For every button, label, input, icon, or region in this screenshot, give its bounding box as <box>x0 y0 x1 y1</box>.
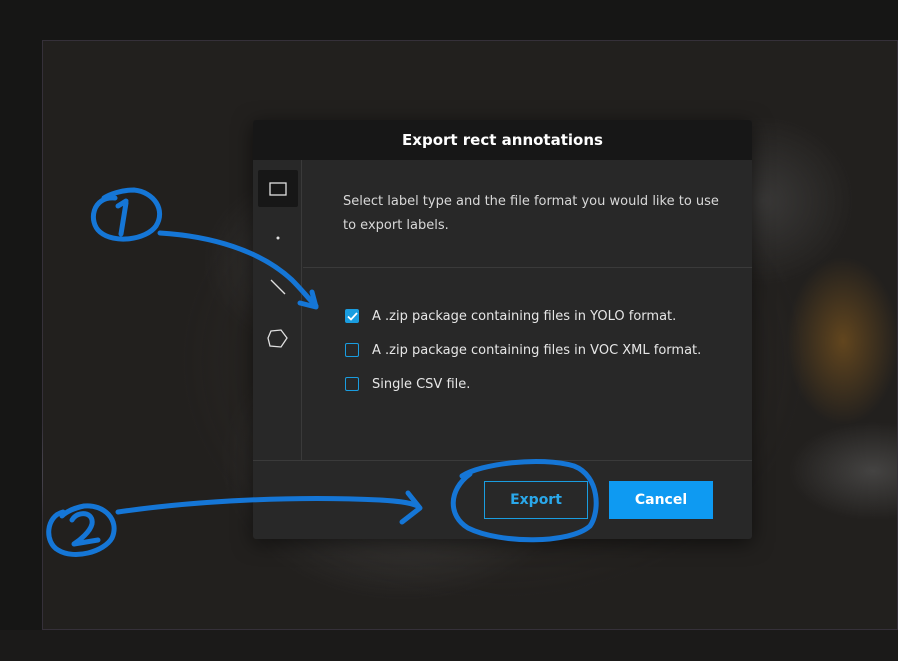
format-option-voc[interactable]: A .zip package containing files in VOC X… <box>345 340 701 360</box>
format-option-yolo[interactable]: A .zip package containing files in YOLO … <box>345 306 676 326</box>
line-icon <box>270 279 286 294</box>
dialog-body: Select label type and the file format yo… <box>303 160 752 460</box>
label-type-nav <box>253 160 302 460</box>
dialog-title: Export rect annotations <box>402 131 603 149</box>
checkbox-csv[interactable] <box>345 377 359 391</box>
option-label-voc: A .zip package containing files in VOC X… <box>372 342 702 358</box>
cancel-button[interactable]: Cancel <box>609 481 713 519</box>
point-icon <box>276 236 280 239</box>
format-option-csv[interactable]: Single CSV file. <box>345 374 470 394</box>
rectangle-icon <box>269 181 287 196</box>
dialog-description: Select label type and the file format yo… <box>343 194 719 233</box>
label-type-polygon[interactable] <box>258 320 298 357</box>
checkmark-icon <box>346 311 358 321</box>
checkbox-yolo[interactable] <box>345 309 359 323</box>
option-label-csv: Single CSV file. <box>372 376 471 392</box>
polygon-icon <box>267 328 288 348</box>
body-divider <box>303 267 752 268</box>
app-canvas: Export rect annotations Select label typ… <box>0 0 898 661</box>
label-type-line[interactable] <box>258 268 298 305</box>
label-type-point[interactable] <box>258 219 298 256</box>
dialog-header: Export rect annotations <box>253 120 752 160</box>
export-dialog: Export rect annotations Select label typ… <box>253 120 752 539</box>
option-label-yolo: A .zip package containing files in YOLO … <box>372 308 677 324</box>
export-button[interactable]: Export <box>484 481 588 519</box>
checkbox-voc[interactable] <box>345 343 359 357</box>
footer-divider <box>253 460 752 461</box>
label-type-rect[interactable] <box>258 170 298 207</box>
background-edge <box>0 630 898 661</box>
